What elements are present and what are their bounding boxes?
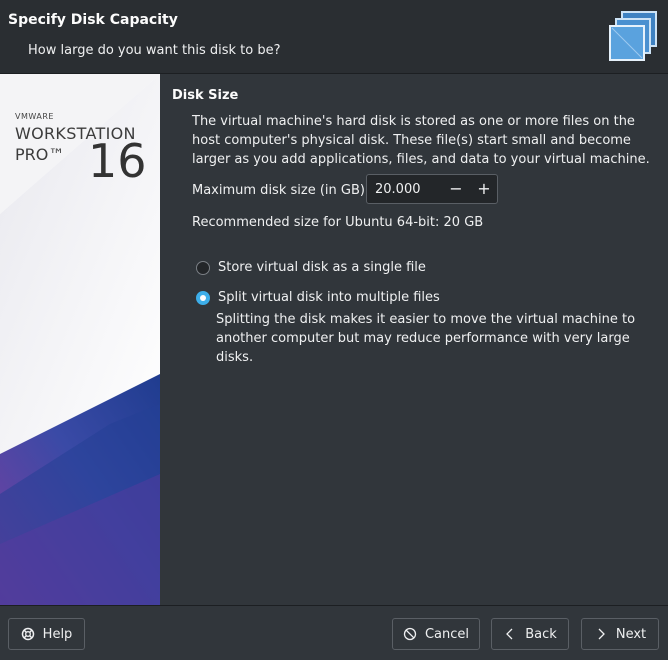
cancel-circle-icon bbox=[403, 627, 417, 641]
back-button[interactable]: Back bbox=[491, 618, 569, 650]
brand-edition: PRO™ bbox=[15, 145, 65, 164]
lifebuoy-icon bbox=[21, 627, 34, 641]
brand-vmware: VMWARE bbox=[15, 112, 54, 121]
next-label: Next bbox=[615, 626, 647, 642]
radio-split-indicator[interactable] bbox=[196, 290, 210, 305]
help-button[interactable]: Help bbox=[8, 618, 85, 650]
cancel-button[interactable]: Cancel bbox=[392, 618, 480, 650]
disk-size-panel: Disk Size The virtual machine's hard dis… bbox=[160, 74, 668, 605]
radio-single-label: Store virtual disk as a single file bbox=[218, 260, 426, 275]
radio-single-indicator[interactable] bbox=[196, 260, 210, 275]
disk-description: The virtual machine's hard disk is store… bbox=[192, 114, 650, 167]
cancel-label: Cancel bbox=[424, 626, 470, 642]
back-label: Back bbox=[525, 626, 557, 642]
decrement-button[interactable]: − bbox=[446, 179, 466, 199]
radio-split-files[interactable]: Split virtual disk into multiple files bbox=[196, 290, 440, 305]
help-label: Help bbox=[42, 626, 73, 642]
recommended-size: Recommended size for Ubuntu 64-bit: 20 G… bbox=[192, 215, 484, 230]
next-button[interactable]: Next bbox=[581, 618, 659, 650]
disk-stack-icon bbox=[609, 11, 657, 61]
product-banner: VMWARE WORKSTATION PRO™ 16 bbox=[0, 74, 160, 605]
brand-version: 16 bbox=[88, 134, 147, 188]
section-title: Disk Size bbox=[172, 88, 239, 103]
wizard-header: Specify Disk Capacity How large do you w… bbox=[0, 0, 668, 74]
chevron-right-icon bbox=[598, 628, 605, 640]
max-size-label: Maximum disk size (in GB): bbox=[192, 183, 370, 198]
max-size-input[interactable]: 20.000 bbox=[375, 182, 421, 197]
max-size-spinbox[interactable]: 20.000 − + bbox=[366, 174, 498, 204]
radio-single-file[interactable]: Store virtual disk as a single file bbox=[196, 260, 426, 275]
split-description: Splitting the disk makes it easier to mo… bbox=[216, 312, 636, 365]
footer-separator bbox=[0, 605, 668, 606]
header-title: Specify Disk Capacity bbox=[8, 12, 178, 28]
radio-split-label: Split virtual disk into multiple files bbox=[218, 290, 440, 305]
header-subtitle: How large do you want this disk to be? bbox=[28, 43, 281, 58]
chevron-left-icon bbox=[506, 628, 513, 640]
increment-button[interactable]: + bbox=[474, 179, 494, 199]
